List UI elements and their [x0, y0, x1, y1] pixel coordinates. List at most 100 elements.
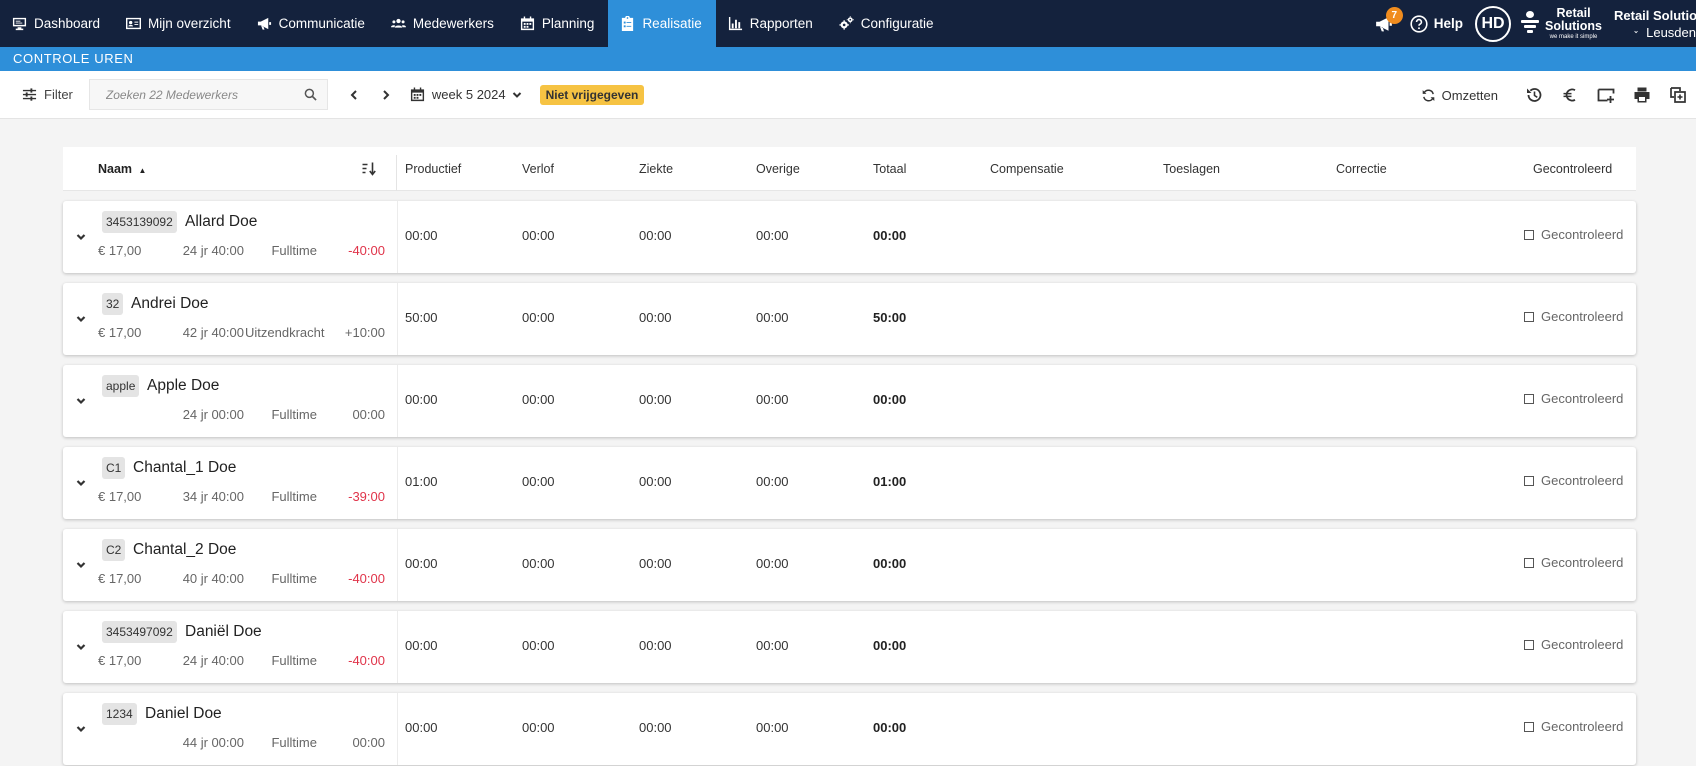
retail-solutions-logo: Retail Solutions we make it simple — [1521, 6, 1608, 41]
employee-wage: € 17,00 — [98, 489, 142, 504]
nav-item-mijn-overzicht[interactable]: Mijn overzicht — [114, 0, 245, 47]
nav-item-configuratie[interactable]: Configuratie — [827, 0, 948, 47]
gears-icon — [839, 16, 854, 30]
checkbox-box[interactable] — [1524, 639, 1534, 650]
checkbox-box[interactable] — [1524, 475, 1534, 486]
sliders-icon — [22, 88, 37, 101]
print-button[interactable] — [1624, 77, 1660, 113]
employee-contract-type: Fulltime — [271, 571, 317, 586]
copy-add-button[interactable] — [1660, 77, 1696, 113]
checkbox-box[interactable] — [1524, 229, 1534, 240]
column-header-verlof[interactable]: Verlof — [522, 147, 554, 191]
nav-item-communicatie[interactable]: Communicatie — [245, 0, 379, 47]
column-divider — [397, 201, 398, 273]
expand-row-button[interactable] — [71, 473, 91, 493]
column-header-naam[interactable]: Naam ▲ — [98, 147, 146, 191]
nav-item-realisatie[interactable]: Realisatie — [608, 0, 716, 47]
column-divider — [397, 529, 398, 601]
previous-week-button[interactable] — [338, 79, 370, 111]
employee-name[interactable]: Apple Doe — [147, 375, 219, 397]
search-input[interactable] — [105, 87, 304, 102]
employee-name[interactable]: Daniël Doe — [185, 621, 262, 643]
euro-button[interactable] — [1552, 77, 1588, 113]
table-row[interactable]: 32 Andrei Doe € 17,00 42 jr 40:00 Uitzendkrac… — [63, 283, 1636, 355]
column-header-totaal[interactable]: Totaal — [873, 147, 906, 191]
expand-row-button[interactable] — [71, 391, 91, 411]
gecontroleerd-checkbox[interactable]: Gecontroleerd — [1524, 309, 1623, 324]
productief-hours: 00:00 — [405, 638, 438, 653]
table-row[interactable]: 3453497092 Daniël Doe € 17,00 24 jr 40:00 Ful… — [63, 611, 1636, 683]
table-row[interactable]: 3453139092 Allard Doe € 17,00 24 jr 40:00 Ful… — [63, 201, 1636, 273]
add-window-button[interactable] — [1588, 77, 1624, 113]
employee-number-badge: 3453139092 — [102, 211, 177, 233]
copy-plus-icon — [1670, 87, 1686, 103]
totaal-hours: 01:00 — [873, 474, 907, 489]
column-header-ziekte[interactable]: Ziekte — [639, 147, 673, 191]
checkbox-box[interactable] — [1524, 393, 1534, 404]
next-week-button[interactable] — [370, 79, 402, 111]
column-header-toeslagen[interactable]: Toeslagen — [1163, 147, 1220, 191]
nav-item-dashboard[interactable]: Dashboard — [0, 0, 114, 47]
filter-button[interactable]: Filter — [0, 87, 73, 102]
expand-row-button[interactable] — [71, 719, 91, 739]
table-row[interactable]: C2 Chantal_2 Doe € 17,00 40 jr 40:00 Fulltime… — [63, 529, 1636, 601]
column-header-overige[interactable]: Overige — [756, 147, 800, 191]
logo-tagline: we make it simple — [1549, 33, 1598, 40]
week-selector[interactable]: week 5 2024 — [410, 87, 522, 102]
employee-number-badge: 3453497092 — [102, 621, 177, 643]
employee-contract-hours: 00:00 — [211, 735, 244, 750]
hours-difference: -40:00 — [348, 243, 385, 258]
employee-name[interactable]: Allard Doe — [185, 211, 257, 233]
chevron-down-icon — [76, 398, 86, 405]
ziekte-hours: 00:00 — [639, 474, 672, 489]
search-icon[interactable] — [304, 88, 317, 101]
gecontroleerd-checkbox[interactable]: Gecontroleerd — [1524, 637, 1623, 652]
table-row[interactable]: 1234 Daniel Doe 44 jr 00:00 Fulltime 00:00 00:… — [63, 693, 1636, 765]
help-label: Help — [1433, 16, 1464, 31]
nav-item-label: Realisatie — [642, 16, 702, 31]
logo-mark-icon — [1521, 10, 1540, 37]
gecontroleerd-checkbox[interactable]: Gecontroleerd — [1524, 391, 1623, 406]
expand-row-button[interactable] — [71, 309, 91, 329]
checkbox-box[interactable] — [1524, 557, 1534, 568]
column-header-compensatie[interactable]: Compensatie — [990, 147, 1064, 191]
ziekte-hours: 00:00 — [639, 228, 672, 243]
checkbox-box[interactable] — [1524, 311, 1534, 322]
expand-row-button[interactable] — [71, 637, 91, 657]
gecontroleerd-checkbox[interactable]: Gecontroleerd — [1524, 473, 1623, 488]
clipboard-icon — [622, 16, 634, 31]
employee-name[interactable]: Chantal_1 Doe — [133, 457, 236, 479]
nav-item-rapporten[interactable]: Rapporten — [716, 0, 827, 47]
avatar[interactable]: HD — [1475, 5, 1512, 42]
employee-name[interactable]: Daniel Doe — [145, 703, 222, 725]
overige-hours: 00:00 — [756, 474, 789, 489]
employee-name[interactable]: Chantal_2 Doe — [133, 539, 236, 561]
store-selector[interactable]: Retail Solutions Leusden — [1608, 7, 1696, 41]
totaal-hours: 00:00 — [873, 720, 907, 735]
ziekte-hours: 00:00 — [639, 720, 672, 735]
column-divider — [396, 155, 397, 191]
notifications-button[interactable]: 7 — [1364, 0, 1404, 47]
column-header-gecontroleerd[interactable]: Gecontroleerd — [1533, 147, 1612, 191]
expand-row-button[interactable] — [71, 555, 91, 575]
table-row[interactable]: apple Apple Doe 24 jr 00:00 Fulltime 00:00 00:… — [63, 365, 1636, 437]
employee-name[interactable]: Andrei Doe — [131, 293, 209, 315]
nav-item-planning[interactable]: Planning — [508, 0, 609, 47]
gecontroleerd-checkbox[interactable]: Gecontroleerd — [1524, 555, 1623, 570]
gecontroleerd-label: Gecontroleerd — [1541, 637, 1624, 652]
expand-row-button[interactable] — [71, 227, 91, 247]
checkbox-box[interactable] — [1524, 721, 1534, 732]
column-header-correctie[interactable]: Correctie — [1336, 147, 1387, 191]
employee-number-badge: 1234 — [102, 703, 137, 725]
logo-line2: Solutions — [1545, 18, 1602, 33]
sort-order-icon[interactable] — [361, 161, 377, 177]
history-button[interactable] — [1516, 77, 1552, 113]
nav-item-medewerkers[interactable]: Medewerkers — [379, 0, 508, 47]
gecontroleerd-checkbox[interactable]: Gecontroleerd — [1524, 227, 1623, 242]
column-header-productief[interactable]: Productief — [405, 147, 461, 191]
productief-hours: 00:00 — [405, 228, 438, 243]
help-button[interactable]: Help — [1404, 14, 1475, 33]
omzetten-button[interactable]: Omzetten — [1421, 88, 1498, 103]
table-row[interactable]: C1 Chantal_1 Doe € 17,00 34 jr 40:00 Fulltime… — [63, 447, 1636, 519]
gecontroleerd-checkbox[interactable]: Gecontroleerd — [1524, 719, 1623, 734]
